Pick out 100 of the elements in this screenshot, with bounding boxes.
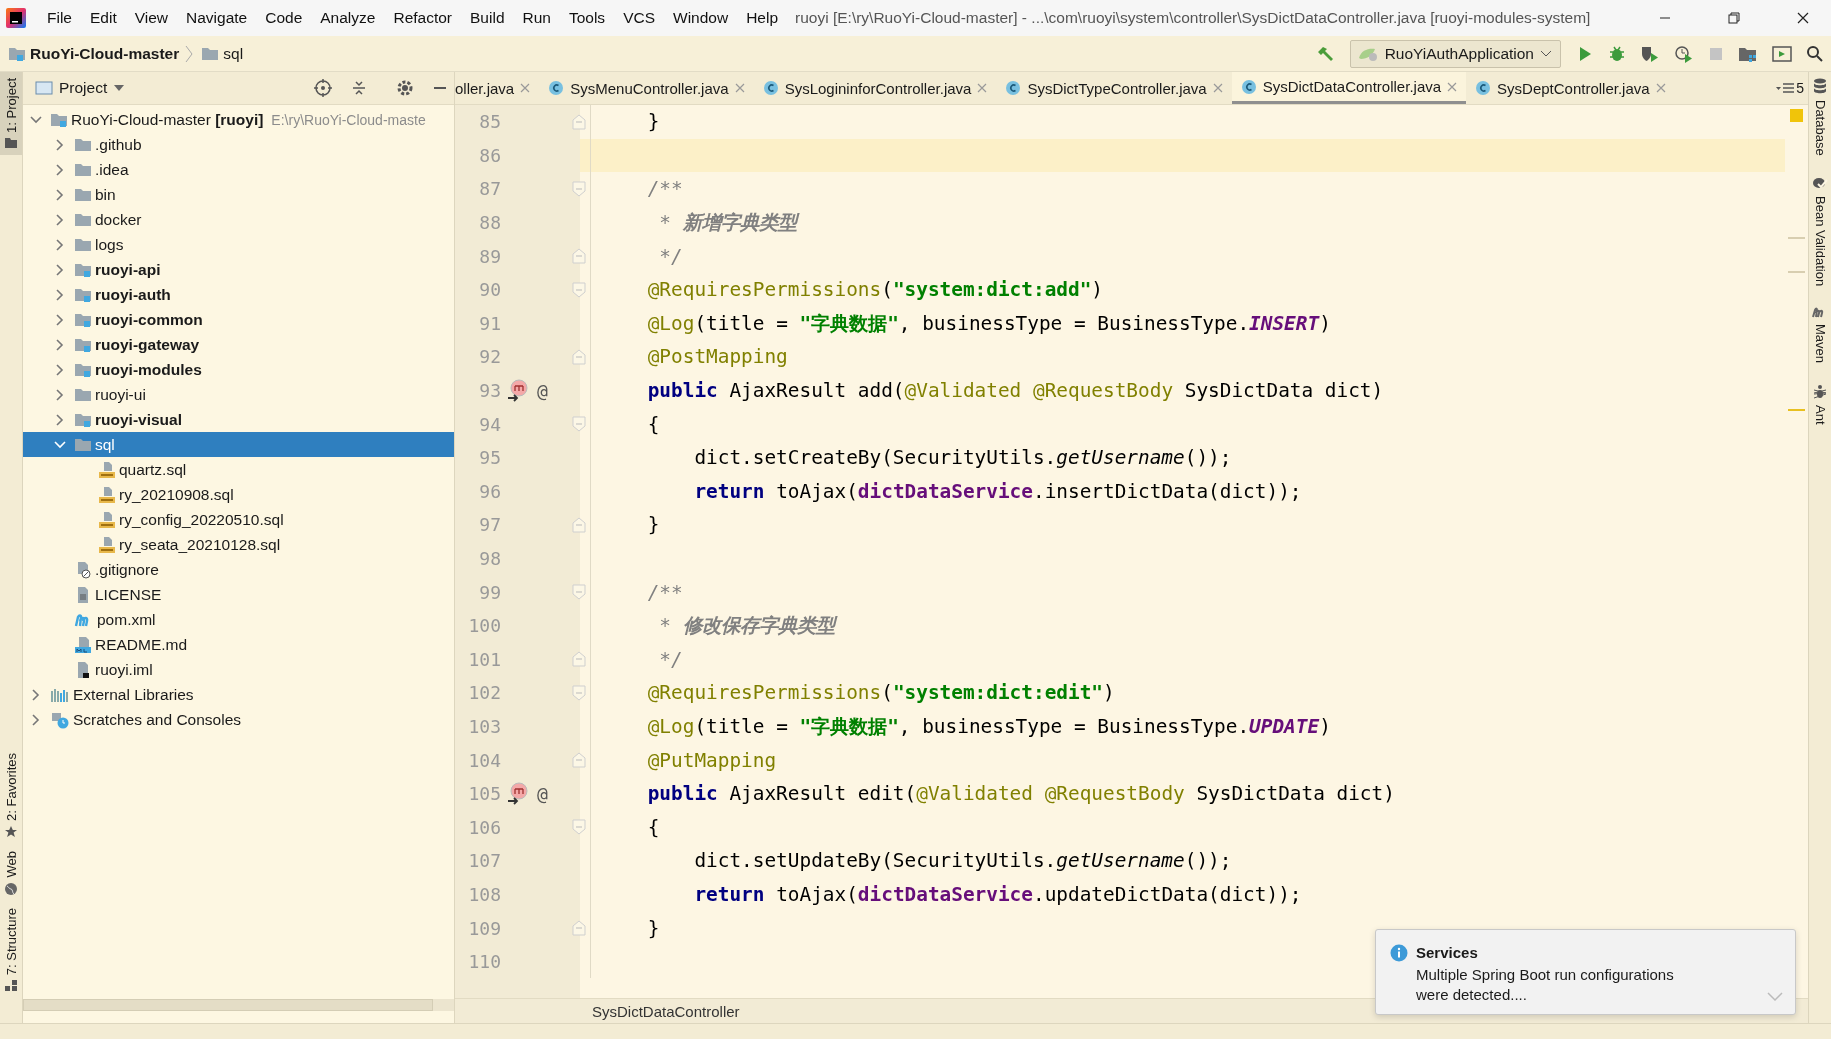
- menu-item[interactable]: Edit: [81, 9, 126, 27]
- code-line: /**: [646, 580, 683, 604]
- editor-tab[interactable]: SysDeptController.java: [1466, 72, 1675, 104]
- tree-item[interactable]: .github: [23, 132, 454, 157]
- tree-item[interactable]: docker: [23, 207, 454, 232]
- bug-icon[interactable]: [1608, 44, 1626, 63]
- tree-item[interactable]: ruoyi-visual: [23, 407, 454, 432]
- line-number: 106: [467, 816, 501, 838]
- restore-icon[interactable]: [1728, 12, 1740, 24]
- tree-item[interactable]: RuoYi-Cloud-master [ruoyi] E:\ry\RuoYi-Cloud-maste: [23, 107, 454, 132]
- tree-item[interactable]: quartz.sql: [23, 457, 454, 482]
- caret-icon[interactable]: [113, 84, 126, 92]
- tree-item[interactable]: .idea: [23, 157, 454, 182]
- code-line: */: [658, 647, 683, 671]
- line-number: 100: [467, 615, 501, 637]
- fold-start-icon[interactable]: [571, 281, 586, 298]
- tool-window-button[interactable]: Maven: [1809, 299, 1831, 377]
- menu-item[interactable]: View: [125, 9, 178, 27]
- tree-item-name: ry_seata_20210128.sql: [119, 535, 281, 554]
- tree-item-name: ruoyi-gateway: [95, 335, 200, 354]
- editor-tab[interactable]: SysDictDataController.java: [1231, 72, 1467, 104]
- tree-item[interactable]: ruoyi-api: [23, 257, 454, 282]
- tree-item[interactable]: ry_seata_20210128.sql: [23, 532, 454, 557]
- menu-item[interactable]: Help: [737, 9, 788, 27]
- breadcrumb-item[interactable]: RuoYi-Cloud-master: [30, 44, 180, 63]
- fold-start-icon[interactable]: [571, 584, 586, 601]
- clock-play-icon[interactable]: [1674, 44, 1694, 63]
- editor-breadcrumb[interactable]: SysDictDataController: [592, 1002, 740, 1020]
- gutter-marker[interactable]: @: [537, 783, 548, 805]
- settings-icon[interactable]: [396, 79, 414, 97]
- tool-window-button[interactable]: 1: Project: [0, 72, 22, 155]
- tree-item[interactable]: Scratches and Consoles: [23, 707, 454, 732]
- run-config-dropdown[interactable]: RuoYiAuthApplication: [1349, 39, 1561, 68]
- menu-item[interactable]: Navigate: [177, 9, 257, 27]
- tool-window-button[interactable]: 7: Structure: [0, 901, 22, 999]
- tree-item-name: ry_20210908.sql: [119, 485, 234, 504]
- tree-item[interactable]: ruoyi-auth: [23, 282, 454, 307]
- search-icon[interactable]: [1806, 44, 1824, 63]
- menu-item[interactable]: Tools: [559, 9, 615, 27]
- database-icon: [1813, 78, 1827, 94]
- fold-start-icon[interactable]: [571, 819, 586, 836]
- tree-item[interactable]: ruoyi-ui: [23, 382, 454, 407]
- fold-start-icon[interactable]: [571, 684, 586, 701]
- tool-window-button[interactable]: Bean Validation: [1809, 169, 1831, 300]
- fold-start-icon[interactable]: [571, 416, 586, 433]
- tree-item[interactable]: .gitignore: [23, 557, 454, 582]
- menu-item[interactable]: VCS: [614, 9, 664, 27]
- crosshair-icon[interactable]: [314, 79, 332, 97]
- tree-item[interactable]: ry_20210908.sql: [23, 482, 454, 507]
- editor-tab[interactable]: SysDictTypeController.java: [996, 72, 1232, 104]
- tool-window-button[interactable]: Ant: [1809, 376, 1831, 439]
- editor-tab[interactable]: SysMenuController.java: [539, 72, 754, 104]
- collapse-icon[interactable]: [350, 79, 368, 97]
- override-marker-icon[interactable]: [507, 781, 529, 806]
- tree-item-name: External Libraries: [73, 685, 194, 704]
- hidden-tabs-button[interactable]: 5: [1775, 72, 1808, 104]
- tool-window-button[interactable]: Database: [1809, 72, 1831, 170]
- tree-item[interactable]: ruoyi-common: [23, 307, 454, 332]
- tree-item[interactable]: pom.xml: [23, 607, 454, 632]
- tool-window-button[interactable]: 2: Favorites: [0, 747, 22, 846]
- menu-item[interactable]: Build: [461, 9, 514, 27]
- tree-item[interactable]: ry_config_20220510.sql: [23, 507, 454, 532]
- menu-item[interactable]: Run: [513, 9, 560, 27]
- module-folder-icon: [74, 286, 92, 303]
- override-marker-icon[interactable]: [507, 378, 529, 403]
- tree-item[interactable]: ruoyi-modules: [23, 357, 454, 382]
- code-line: @Log(title = "字典数据", businessType = BusinessType.INSERT): [646, 310, 1331, 337]
- line-number: 96: [478, 480, 501, 502]
- class-icon: [1005, 80, 1022, 96]
- menu-item[interactable]: File: [38, 9, 81, 27]
- line-number: 86: [478, 144, 501, 166]
- scrollbar[interactable]: [23, 999, 433, 1011]
- breadcrumb-item[interactable]: sql: [223, 44, 244, 63]
- list-icon: [1775, 82, 1796, 94]
- gutter-marker[interactable]: @: [537, 380, 548, 402]
- tree-item[interactable]: ruoyi.iml: [23, 657, 454, 682]
- notification-title: Services: [1416, 944, 1479, 961]
- shield-play-icon[interactable]: [1640, 44, 1660, 63]
- panel-title[interactable]: Project: [59, 79, 108, 97]
- tool-window-button[interactable]: Web: [0, 845, 22, 902]
- editor-tab[interactable]: SysLogininforController.java: [753, 72, 997, 104]
- star-icon: [4, 825, 18, 840]
- menu-item[interactable]: Code: [256, 9, 312, 27]
- module-folder-icon: [74, 411, 92, 428]
- fold-start-icon[interactable]: [571, 181, 586, 197]
- window-play-icon[interactable]: [1772, 44, 1792, 63]
- tree-item[interactable]: README.md: [23, 632, 454, 657]
- tree-item[interactable]: LICENSE: [23, 582, 454, 607]
- editor-tab[interactable]: oller.java: [455, 72, 540, 104]
- tree-item[interactable]: sql: [23, 432, 454, 457]
- tree-item[interactable]: logs: [23, 232, 454, 257]
- menu-item[interactable]: Window: [664, 9, 738, 27]
- tree-item[interactable]: ruoyi-gateway: [23, 332, 454, 357]
- tree-item-name: pom.xml: [97, 610, 156, 629]
- menu-item[interactable]: Refactor: [384, 9, 462, 27]
- menu-item[interactable]: Analyze: [311, 9, 385, 27]
- tree-item-name: docker: [95, 210, 142, 229]
- tree-item[interactable]: bin: [23, 182, 454, 207]
- tree-item[interactable]: External Libraries: [23, 682, 454, 707]
- close-icon[interactable]: [1797, 12, 1809, 24]
